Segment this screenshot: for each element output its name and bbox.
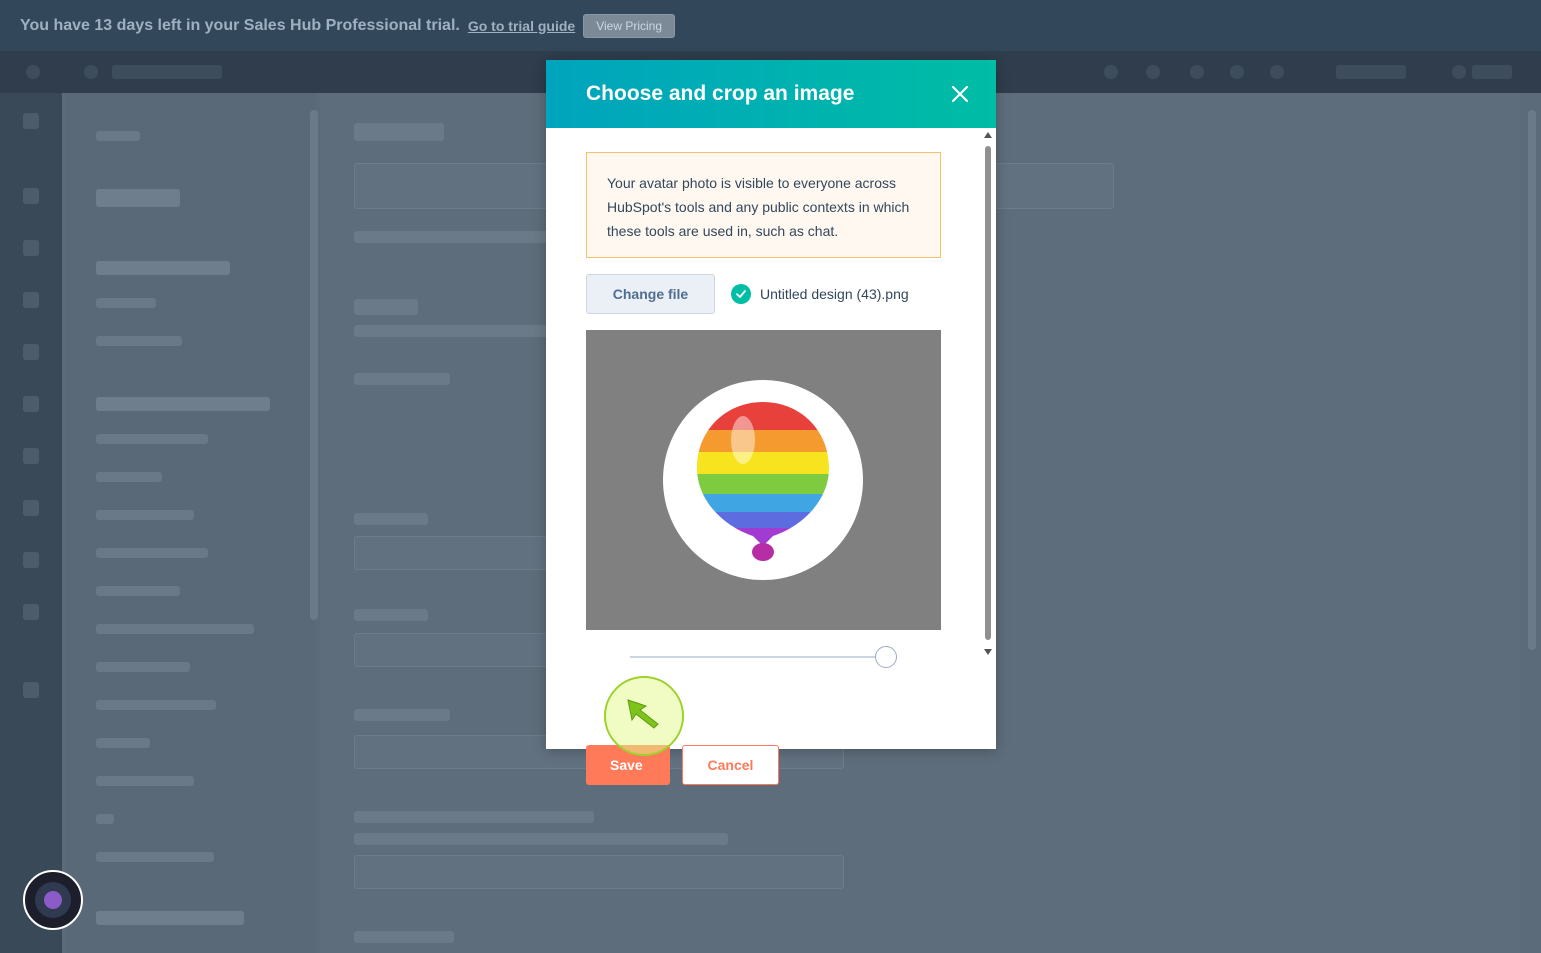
placeholder-line (354, 373, 450, 385)
assistant-dot (44, 891, 62, 909)
placeholder-input (354, 855, 844, 889)
scroll-up-icon[interactable] (984, 132, 992, 138)
change-file-button[interactable]: Change file (586, 274, 715, 314)
settings-scrollbar (310, 110, 318, 620)
portal-menu (1336, 65, 1406, 79)
placeholder-line (96, 510, 194, 520)
placeholder-line (354, 609, 428, 621)
zoom-slider-track[interactable] (630, 656, 888, 658)
balloon-image (697, 402, 829, 561)
cursor-arrow-icon (627, 699, 659, 729)
avatar (1452, 65, 1466, 79)
placeholder-line (96, 434, 208, 444)
settings-icon (1230, 65, 1244, 79)
cancel-button[interactable]: Cancel (682, 745, 779, 785)
placeholder-line (96, 852, 214, 862)
nav-icon (23, 448, 39, 464)
placeholder-line (354, 931, 454, 943)
nav-icon (1146, 65, 1160, 79)
placeholder-line (96, 298, 156, 308)
notification-icon (1190, 65, 1204, 79)
settings-sidebar (66, 93, 316, 953)
placeholder-line (96, 700, 216, 710)
bell-icon (1270, 65, 1284, 79)
account-menu (1472, 65, 1512, 79)
trial-guide-link[interactable]: Go to trial guide (468, 18, 575, 34)
modal-scrollbar[interactable] (983, 132, 993, 657)
nav-icon (23, 292, 39, 308)
placeholder-line (96, 776, 194, 786)
hubspot-logo-icon (26, 65, 40, 79)
avatar-visibility-alert: Your avatar photo is visible to everyone… (586, 152, 941, 258)
placeholder-line (96, 662, 190, 672)
nav-icon (23, 396, 39, 412)
placeholder-heading (96, 189, 180, 207)
left-icon-rail (0, 93, 62, 953)
trial-banner: You have 13 days left in your Sales Hub … (0, 0, 1541, 51)
assistant-inner (35, 882, 71, 918)
nav-icon (23, 552, 39, 568)
nav-icon (23, 344, 39, 360)
crop-image-modal: Choose and crop an image Your avatar pho… (546, 60, 996, 785)
page-scrollbar (1528, 110, 1536, 650)
search-placeholder (112, 65, 222, 79)
placeholder-line (96, 738, 150, 748)
placeholder-line (354, 325, 574, 337)
scroll-down-icon[interactable] (984, 649, 992, 655)
zoom-slider[interactable] (630, 646, 898, 668)
placeholder-line (96, 336, 182, 346)
check-circle-icon (731, 284, 751, 304)
scrollbar-thumb[interactable] (985, 146, 991, 640)
placeholder-line (354, 833, 728, 845)
placeholder-line (96, 472, 162, 482)
trial-banner-text: You have 13 days left in your Sales Hub … (20, 16, 460, 34)
nav-icon (23, 113, 39, 129)
placeholder-heading (354, 123, 444, 141)
close-icon[interactable] (948, 82, 972, 106)
nav-icon (23, 604, 39, 620)
search-icon (84, 65, 98, 79)
view-pricing-button[interactable]: View Pricing (583, 13, 675, 38)
nav-icon (23, 682, 39, 698)
placeholder-line (96, 586, 180, 596)
zoom-slider-handle[interactable] (875, 646, 898, 668)
modal-header: Choose and crop an image (546, 60, 996, 128)
nav-icon (1104, 65, 1118, 79)
file-name: Untitled design (43).png (760, 286, 909, 302)
crop-circle[interactable] (663, 380, 863, 580)
file-row: Change file Untitled design (43).png (586, 274, 946, 314)
placeholder-line (96, 814, 114, 824)
modal-body: Your avatar photo is visible to everyone… (546, 128, 996, 785)
placeholder-heading (96, 911, 244, 925)
placeholder-heading (354, 299, 418, 315)
placeholder-heading (96, 397, 270, 411)
nav-icon (23, 188, 39, 204)
placeholder-line (96, 131, 140, 141)
placeholder-line (96, 624, 254, 634)
placeholder-line (354, 513, 428, 525)
placeholder-line (354, 811, 594, 823)
placeholder-line (354, 709, 450, 721)
nav-icon (23, 240, 39, 256)
placeholder-line (96, 548, 208, 558)
placeholder-heading (96, 261, 230, 275)
modal-title: Choose and crop an image (586, 82, 855, 105)
nav-icon (23, 500, 39, 516)
crop-area[interactable] (586, 330, 941, 630)
assistant-icon[interactable] (23, 870, 83, 930)
